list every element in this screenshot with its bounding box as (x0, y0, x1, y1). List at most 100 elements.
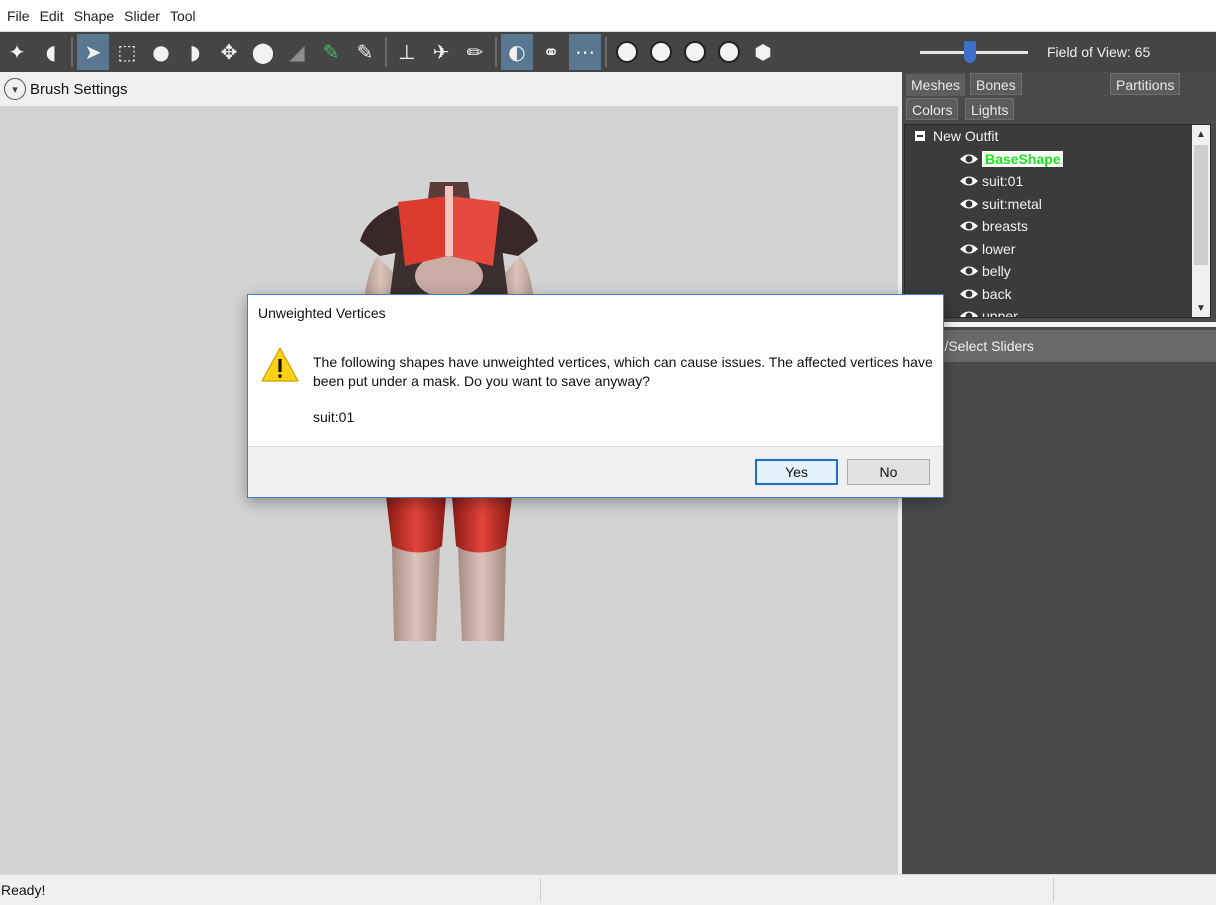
tree-item-baseshape[interactable]: BaseShape (959, 148, 1064, 170)
eye-icon[interactable] (959, 152, 979, 166)
weight-dot-icon (650, 41, 672, 63)
tree-root-label: New Outfit (933, 128, 999, 144)
unweighted-vertices-dialog: Unweighted Vertices The following shapes… (247, 294, 944, 498)
menu-slider[interactable]: Slider (119, 0, 165, 32)
tree-item-back[interactable]: back (959, 283, 1012, 305)
load-reference-button[interactable]: ✦ (1, 34, 33, 70)
status-text: Ready! (1, 882, 46, 898)
mask-brush-icon: ⬚ (117, 40, 137, 64)
tree-item-upper[interactable]: upper (959, 305, 1018, 318)
scroll-down-icon[interactable]: ▼ (1192, 299, 1210, 317)
transform-axes-icon: ⊥ (398, 40, 416, 64)
deflate-brush-button[interactable]: ◗ (179, 34, 211, 70)
deflate-brush-icon: ◗ (189, 40, 201, 64)
scroll-up-icon[interactable]: ▲ (1192, 125, 1210, 143)
smooth-brush-button[interactable]: ⬤ (247, 34, 279, 70)
dots-icon: ⋯ (575, 40, 595, 64)
tab-colors[interactable]: Colors (906, 98, 959, 120)
show-wireframe-button[interactable] (713, 34, 745, 70)
sliders-header[interactable]: e-/Select Sliders (902, 330, 1216, 362)
connected-only-button[interactable]: ⚭ (535, 34, 567, 70)
menu-tool[interactable]: Tool (165, 0, 201, 32)
undiff-brush-icon: ◢ (289, 40, 305, 64)
show-texture-button[interactable]: ⬢ (747, 34, 779, 70)
tab-lights[interactable]: Lights (965, 98, 1015, 120)
show-weight-button[interactable] (645, 34, 677, 70)
status-bar: Ready! (0, 874, 1216, 905)
toolbar-separator (71, 37, 73, 67)
eye-icon[interactable] (959, 197, 979, 211)
no-button[interactable]: No (847, 459, 930, 485)
inflate-brush-button[interactable]: ● (145, 34, 177, 70)
tree-item-label: upper (982, 308, 1018, 318)
move-brush-icon: ✥ (220, 40, 238, 64)
menu-shape[interactable]: Shape (69, 0, 119, 32)
fov-slider[interactable] (920, 40, 1028, 63)
eye-icon[interactable] (959, 264, 979, 278)
reference-star-icon: ✦ (8, 40, 26, 64)
tree-item-suit01[interactable]: suit:01 (959, 170, 1023, 192)
chevron-down-icon[interactable]: ▾ (4, 78, 26, 100)
menu-file[interactable]: File (2, 0, 35, 32)
inflate-brush-icon: ● (152, 40, 170, 64)
wireframe-dot-icon (718, 41, 740, 63)
show-mask-button[interactable] (611, 34, 643, 70)
eye-icon[interactable] (959, 309, 979, 318)
tree-item-label: back (982, 286, 1012, 302)
cube-icon: ⬢ (754, 40, 772, 64)
move-brush-button[interactable]: ✥ (213, 34, 245, 70)
tab-bones[interactable]: Bones (970, 73, 1022, 95)
fov-control: Field of View: 65 (920, 32, 1150, 72)
tree-item-label: BaseShape (982, 151, 1064, 167)
alpha-brush-button[interactable]: ✎ (349, 34, 381, 70)
yes-button[interactable]: Yes (755, 459, 838, 485)
mirror-icon: ◐ (508, 40, 526, 64)
smooth-brush-icon: ⬤ (251, 40, 275, 64)
tree-item-breasts[interactable]: breasts (959, 215, 1028, 237)
brush-settings-header[interactable]: ▾ Brush Settings (0, 72, 898, 106)
menu-bar: File Edit Shape Slider Tool (0, 0, 1216, 32)
panel-splitter[interactable] (902, 322, 1216, 327)
mesh-tree: New Outfit BaseShape suit:01 suit:metal … (904, 124, 1211, 318)
global-brush-button[interactable]: ⋯ (569, 34, 601, 70)
dialog-title: Unweighted Vertices (258, 305, 386, 321)
status-divider (1053, 878, 1054, 902)
collapse-icon[interactable] (915, 131, 925, 141)
color-brush-icon: ✎ (322, 40, 340, 64)
tree-item-lower[interactable]: lower (959, 238, 1015, 260)
toolbar-separator (495, 37, 497, 67)
show-color-button[interactable] (679, 34, 711, 70)
tree-item-belly[interactable]: belly (959, 260, 1011, 282)
eye-icon[interactable] (959, 174, 979, 188)
mask-brush-button[interactable]: ⬚ (111, 34, 143, 70)
tree-item-label: lower (982, 241, 1016, 257)
undiff-brush-button[interactable]: ◢ (281, 34, 313, 70)
menu-edit[interactable]: Edit (35, 0, 69, 32)
x-mirror-button[interactable]: ◐ (501, 34, 533, 70)
pin-icon: ✈ (432, 40, 450, 64)
tab-meshes[interactable]: Meshes (906, 74, 966, 96)
select-tool-button[interactable]: ➤ (77, 34, 109, 70)
connected-icon: ⚭ (542, 40, 560, 64)
pivot-button[interactable]: ✈ (425, 34, 457, 70)
vertex-edit-button[interactable]: ✏ (459, 34, 491, 70)
transform-button[interactable]: ⊥ (391, 34, 423, 70)
load-outfit-button[interactable]: ◖ (35, 34, 67, 70)
tree-scrollbar[interactable]: ▲ ▼ (1192, 125, 1210, 317)
tree-item-label: breasts (982, 218, 1028, 234)
pencil-icon: ✏ (466, 40, 484, 64)
brush-settings-title: Brush Settings (30, 80, 128, 98)
scrollbar-thumb[interactable] (1194, 145, 1208, 265)
eye-icon[interactable] (959, 242, 979, 256)
color-brush-button[interactable]: ✎ (315, 34, 347, 70)
tree-root[interactable]: New Outfit (915, 128, 998, 144)
sliders-list (902, 362, 1216, 874)
status-divider (540, 878, 541, 902)
tree-item-label: suit:metal (982, 196, 1042, 212)
tree-item-suitmetal[interactable]: suit:metal (959, 193, 1042, 215)
fov-slider-thumb[interactable] (964, 40, 976, 63)
tab-partitions[interactable]: Partitions (1110, 73, 1181, 95)
tree-item-label: suit:01 (982, 173, 1024, 189)
eye-icon[interactable] (959, 219, 979, 233)
eye-icon[interactable] (959, 287, 979, 301)
